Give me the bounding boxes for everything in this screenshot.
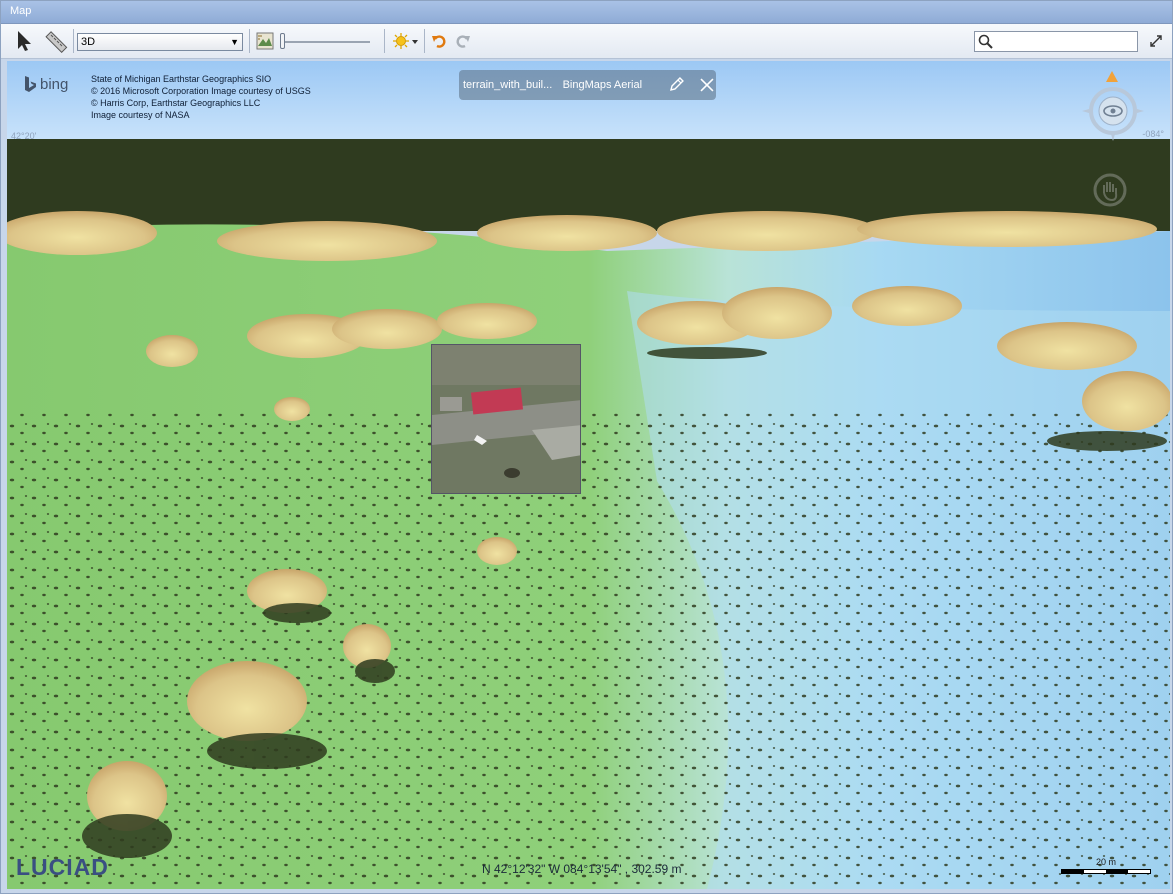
search-input[interactable] <box>997 33 1137 51</box>
map-view[interactable]: bing State of Michigan Earthstar Geograp… <box>7 61 1170 889</box>
terrain-tool-button[interactable] <box>254 28 276 54</box>
cursor-coordinates: N 42°12'32" W 084°13'54" , 302.59 m <box>482 862 682 876</box>
layer-info-bar: terrain_with_buil... BingMaps Aerial <box>459 70 716 100</box>
chevron-down-icon: ▼ <box>230 37 239 47</box>
redo-icon <box>456 35 470 48</box>
latitude-grid-label: 42°20' <box>11 131 37 141</box>
undo-button[interactable] <box>429 28 449 54</box>
attribution-line: © Harris Corp, Earthstar Geographics LLC <box>91 98 261 108</box>
exaggeration-slider-track[interactable] <box>282 41 370 43</box>
attribution-line: State of Michigan Earthstar Geographics … <box>91 74 272 84</box>
aerial-photo <box>432 345 580 493</box>
layer-name[interactable]: terrain_with_buil... <box>463 79 561 91</box>
luciad-logo: LUCIAD <box>16 854 109 880</box>
redo-button[interactable] <box>453 28 473 54</box>
lighting-tool-button[interactable] <box>390 28 420 54</box>
scale-label: 20 m <box>1096 857 1117 867</box>
terrain-scene <box>7 61 1170 889</box>
layer-source: BingMaps Aerial <box>562 79 643 91</box>
hand-icon <box>1093 173 1127 207</box>
map-toolbar: 3D ▼ <box>1 24 1172 59</box>
view-mode-value: 3D <box>81 36 96 48</box>
terrain-exaggeration-icon <box>256 32 274 50</box>
title-bar: Map <box>1 1 1172 24</box>
aerial-image-thumbnail[interactable] <box>431 344 581 494</box>
navigation-compass[interactable] <box>1077 69 1167 151</box>
search-icon <box>978 34 993 49</box>
scale-bar: 20 m <box>1061 857 1153 877</box>
map-attribution: State of Michigan Earthstar Geographics … <box>91 73 311 121</box>
undo-icon <box>432 35 446 48</box>
pan-hand-icon[interactable] <box>1093 173 1127 207</box>
bing-b-icon <box>25 76 36 92</box>
expand-icon <box>1150 35 1162 47</box>
attribution-line: © 2016 Microsoft Corporation Image court… <box>91 86 311 96</box>
search-field[interactable] <box>974 31 1138 52</box>
ruler-icon <box>45 31 68 53</box>
bing-logo: bing <box>23 75 68 93</box>
close-icon[interactable] <box>698 76 716 94</box>
window-title: Map <box>10 5 32 17</box>
view-mode-select[interactable]: 3D ▼ <box>77 33 243 51</box>
exaggeration-slider-thumb[interactable] <box>280 33 285 49</box>
bing-logo-text: bing <box>40 75 69 93</box>
compass-icon <box>1082 71 1144 141</box>
select-tool-button[interactable] <box>11 28 37 54</box>
cursor-arrow-icon <box>18 31 31 51</box>
edit-pencil-icon[interactable] <box>668 76 686 94</box>
fullscreen-button[interactable] <box>1145 28 1167 54</box>
measure-tool-button[interactable] <box>42 28 70 54</box>
map-window: Map 3D ▼ bing State of Michigan Earthsta… <box>0 0 1173 894</box>
scale-bar-graphic <box>1061 869 1151 874</box>
attribution-line: Image courtesy of NASA <box>91 110 190 120</box>
sun-icon <box>393 33 418 49</box>
